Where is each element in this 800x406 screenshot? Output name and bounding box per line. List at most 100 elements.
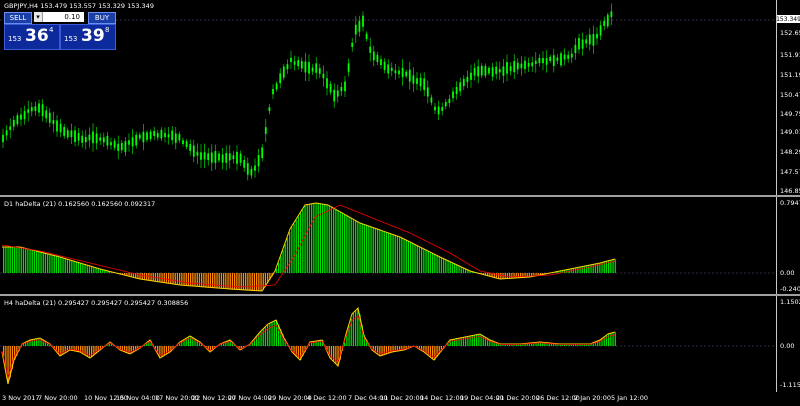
price-candle [99,137,102,141]
histogram-bar [280,256,282,273]
histogram-bar [218,273,220,289]
price-candle [210,152,213,163]
price-candle [300,61,303,69]
price-candle [221,154,224,163]
price-candle [390,67,393,71]
price-candle [45,110,48,119]
histogram-bar [423,248,425,273]
histogram-bar [341,212,344,273]
histogram-bar [190,273,192,286]
histogram-bar [432,253,434,273]
histogram-bar [511,273,513,279]
h4-hadelta-pane[interactable]: H4 haDelta (21) 0.295427 0.295427 0.2954… [0,296,800,392]
price-candle [531,62,534,67]
price-candle [153,130,156,137]
histogram-bar [416,245,418,273]
price-candle [164,133,166,137]
price-candle [38,103,40,113]
chart-symbol-title: GBPJPY,H4 153.479 153.557 153.329 153.34… [4,2,154,10]
price-candle [344,81,346,92]
histogram-bar [440,257,443,273]
price-candle [59,123,62,133]
price-candle [311,67,314,72]
histogram-bar [447,260,449,273]
current-price-label: 153.349 [776,15,800,23]
histogram-bar [427,250,429,273]
histogram-bar [40,252,42,273]
histogram-bar [410,242,412,273]
price-candle [30,107,33,112]
time-tick-label: 27 Nov 04:00 [228,394,272,402]
histogram-bar [185,273,187,286]
price-candle [63,126,66,136]
histogram-bar [443,258,445,273]
lot-size-input[interactable]: ▾ 0.10 [34,12,84,22]
price-candle [552,55,555,66]
price-candle [538,57,541,64]
d1-hadelta-pane[interactable]: D1 haDelta (21) 0.162560 0.162560 0.0923… [0,197,800,294]
buy-price-pip: 8 [105,26,110,34]
d1-indicator-title: D1 haDelta (21) 0.162560 0.162560 0.0923… [4,200,156,208]
sell-price-box[interactable]: 153 36 4 [4,24,60,50]
price-candle [56,120,58,132]
histogram-bar [407,240,410,273]
price-candle [189,144,192,152]
histogram-bar [363,224,366,273]
price-candle [282,66,285,78]
histogram-bar [289,231,291,273]
histogram-bar [38,251,40,273]
histogram-bar [583,266,586,273]
histogram-bar [381,346,383,356]
histogram-bar [16,247,18,273]
price-candle [124,141,127,153]
price-candle [268,107,271,112]
price-candle [434,106,436,111]
price-candle [318,68,321,74]
price-candle [41,104,44,117]
histogram-bar [451,262,454,273]
price-candle [290,57,292,62]
histogram-bar [326,204,328,273]
buy-button[interactable]: BUY [88,12,116,24]
histogram-bar [165,273,168,283]
price-candle [592,33,595,46]
histogram-bar [18,247,20,273]
price-candle [66,130,69,138]
histogram-bar [205,273,207,288]
price-candle [491,67,494,77]
price-candle [81,135,84,143]
histogram-bar [249,273,251,291]
h4-plot-area[interactable] [0,296,777,392]
histogram-bar [379,229,381,273]
lot-decrease-icon[interactable]: ▾ [34,12,43,22]
price-candle [95,133,98,144]
price-candle [495,66,498,75]
price-candle [2,134,4,143]
histogram-bar [165,346,168,355]
price-candle [146,132,148,140]
price-candle [12,119,15,127]
price-candle [257,155,260,167]
price-candle [574,44,577,53]
buy-price-box[interactable]: 153 39 8 [60,24,116,50]
price-candle [128,140,130,145]
d1-plot-area[interactable] [0,197,777,294]
price-candle [506,61,508,74]
price-plot-area[interactable] [0,0,777,195]
price-candle [462,78,465,87]
sell-button[interactable]: SELL [4,12,32,24]
histogram-bar [429,251,432,273]
price-candle [441,107,444,111]
histogram-bar [5,247,7,273]
price-candle [340,87,343,92]
histogram-bar [256,273,258,291]
histogram-bar [352,313,355,346]
price-candle [20,114,22,120]
histogram-bar [49,254,51,273]
price-candle [376,54,379,63]
histogram-bar [445,259,447,273]
axis-tick-label: 148.290 [780,148,800,156]
histogram-bar [170,273,172,284]
time-tick-label: 3 Nov 2017 [2,394,40,402]
price-chart-pane[interactable]: GBPJPY,H4 153.479 153.557 153.329 153.34… [0,0,800,195]
